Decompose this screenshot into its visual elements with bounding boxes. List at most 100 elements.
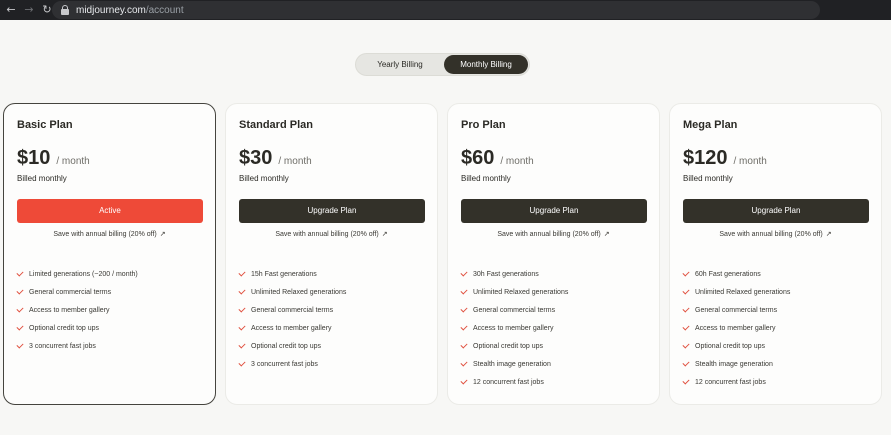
- feature-item: Optional credit top ups: [16, 319, 138, 337]
- feature-item: General commercial terms: [460, 301, 568, 319]
- yearly-billing-option[interactable]: Yearly Billing: [360, 55, 440, 74]
- feature-item: Unlimited Relaxed generations: [238, 283, 347, 301]
- external-link-icon: ↗: [381, 230, 388, 238]
- feature-item: General commercial terms: [682, 301, 790, 319]
- feature-item: 12 concurrent fast jobs: [682, 373, 790, 391]
- price-period: / month: [733, 156, 767, 167]
- annual-billing-link[interactable]: Save with annual billing (20% off) ↗: [4, 230, 215, 238]
- feature-text: Stealth image generation: [473, 360, 551, 368]
- feature-item: Stealth image generation: [682, 355, 790, 373]
- check-icon: [460, 341, 468, 349]
- annual-billing-link[interactable]: Save with annual billing (20% off) ↗: [670, 230, 881, 238]
- feature-item: General commercial terms: [238, 301, 346, 319]
- feature-list: 15h Fast generations Unlimited Relaxed ge…: [238, 265, 347, 373]
- feature-item: Optional credit top ups: [238, 337, 346, 355]
- feature-item: Optional credit top ups: [682, 337, 790, 355]
- browser-toolbar: ← → ↻ midjourney.com/account: [0, 0, 891, 20]
- feature-item: 15h Fast generations: [238, 265, 346, 283]
- feature-item: Unlimited Relaxed generations: [682, 283, 791, 301]
- price-period: / month: [56, 156, 90, 167]
- check-icon: [682, 305, 690, 313]
- price-row: $120 / month: [683, 147, 767, 170]
- price-period: / month: [278, 156, 312, 167]
- feature-item: Limited generations (~200 / month): [16, 265, 138, 283]
- check-icon: [460, 359, 468, 367]
- check-icon: [16, 269, 24, 277]
- url-host: midjourney.com: [76, 4, 146, 16]
- annual-billing-label: Save with annual billing (20% off): [53, 231, 157, 238]
- billing-toggle: Yearly Billing Monthly Billing: [355, 53, 530, 76]
- feature-text: 60h Fast generations: [695, 270, 761, 278]
- feature-item: 30h Fast generations: [460, 265, 568, 283]
- check-icon: [460, 305, 468, 313]
- price-period: / month: [500, 156, 534, 167]
- feature-text: Access to member gallery: [473, 324, 554, 332]
- check-icon: [238, 305, 246, 313]
- feature-list: 30h Fast generations Unlimited Relaxed ge…: [460, 265, 568, 391]
- check-icon: [460, 287, 468, 295]
- check-icon: [682, 323, 690, 331]
- check-icon: [460, 323, 468, 331]
- plan-card-standard: Standard Plan $30 / month Billed monthly…: [225, 103, 438, 405]
- annual-billing-label: Save with annual billing (20% off): [275, 231, 379, 238]
- feature-text: Access to member gallery: [29, 306, 110, 314]
- plan-name: Pro Plan: [461, 119, 506, 131]
- feature-item: 3 concurrent fast jobs: [16, 337, 138, 355]
- annual-billing-label: Save with annual billing (20% off): [497, 231, 601, 238]
- plan-name: Basic Plan: [17, 119, 73, 131]
- feature-text: Optional credit top ups: [29, 324, 100, 332]
- external-link-icon: ↗: [603, 230, 610, 238]
- check-icon: [238, 269, 246, 277]
- plan-card-pro: Pro Plan $60 / month Billed monthly Upgr…: [447, 103, 660, 405]
- feature-text: General commercial terms: [29, 288, 112, 296]
- arrow-right-icon[interactable]: →: [22, 3, 36, 17]
- upgrade-plan-button[interactable]: Upgrade Plan: [461, 199, 647, 223]
- plan-name: Standard Plan: [239, 119, 313, 131]
- address-bar[interactable]: midjourney.com/account: [52, 1, 820, 19]
- feature-text: Access to member gallery: [695, 324, 776, 332]
- feature-text: Optional credit top ups: [695, 342, 766, 350]
- feature-item: 12 concurrent fast jobs: [460, 373, 568, 391]
- feature-text: 30h Fast generations: [473, 270, 539, 278]
- check-icon: [682, 269, 690, 277]
- feature-item: Optional credit top ups: [460, 337, 568, 355]
- upgrade-plan-button[interactable]: Upgrade Plan: [683, 199, 869, 223]
- check-icon: [238, 323, 246, 331]
- feature-text: 3 concurrent fast jobs: [251, 360, 318, 368]
- billing-frequency: Billed monthly: [683, 174, 733, 183]
- feature-text: 3 concurrent fast jobs: [29, 342, 96, 350]
- price-row: $10 / month: [17, 147, 90, 170]
- feature-item: General commercial terms: [16, 283, 138, 301]
- lock-icon[interactable]: [60, 5, 70, 15]
- plan-price: $10: [17, 147, 51, 169]
- check-icon: [460, 377, 468, 385]
- feature-text: Limited generations (~200 / month): [29, 270, 138, 278]
- upgrade-plan-button[interactable]: Upgrade Plan: [239, 199, 425, 223]
- check-icon: [16, 305, 24, 313]
- arrow-left-icon[interactable]: ←: [4, 3, 18, 17]
- feature-item: Access to member gallery: [460, 319, 568, 337]
- annual-billing-link[interactable]: Save with annual billing (20% off) ↗: [226, 230, 437, 238]
- feature-item: Stealth image generation: [460, 355, 568, 373]
- annual-billing-link[interactable]: Save with annual billing (20% off) ↗: [448, 230, 659, 238]
- feature-text: General commercial terms: [473, 306, 556, 314]
- feature-text: Access to member gallery: [251, 324, 332, 332]
- feature-item: Access to member gallery: [238, 319, 346, 337]
- check-icon: [682, 341, 690, 349]
- check-icon: [238, 287, 246, 295]
- external-link-icon: ↗: [825, 230, 832, 238]
- feature-item: Access to member gallery: [682, 319, 790, 337]
- monthly-billing-option[interactable]: Monthly Billing: [444, 55, 528, 74]
- billing-frequency: Billed monthly: [17, 174, 67, 183]
- feature-item: 60h Fast generations: [682, 265, 790, 283]
- billing-frequency: Billed monthly: [239, 174, 289, 183]
- plan-price: $30: [239, 147, 273, 169]
- feature-text: Unlimited Relaxed generations: [251, 288, 347, 296]
- external-link-icon: ↗: [159, 230, 166, 238]
- feature-text: Unlimited Relaxed generations: [695, 288, 791, 296]
- billing-frequency: Billed monthly: [461, 174, 511, 183]
- active-plan-button[interactable]: Active: [17, 199, 203, 223]
- plan-price: $60: [461, 147, 495, 169]
- plan-price: $120: [683, 147, 728, 169]
- feature-list: Limited generations (~200 / month) Genera…: [16, 265, 138, 355]
